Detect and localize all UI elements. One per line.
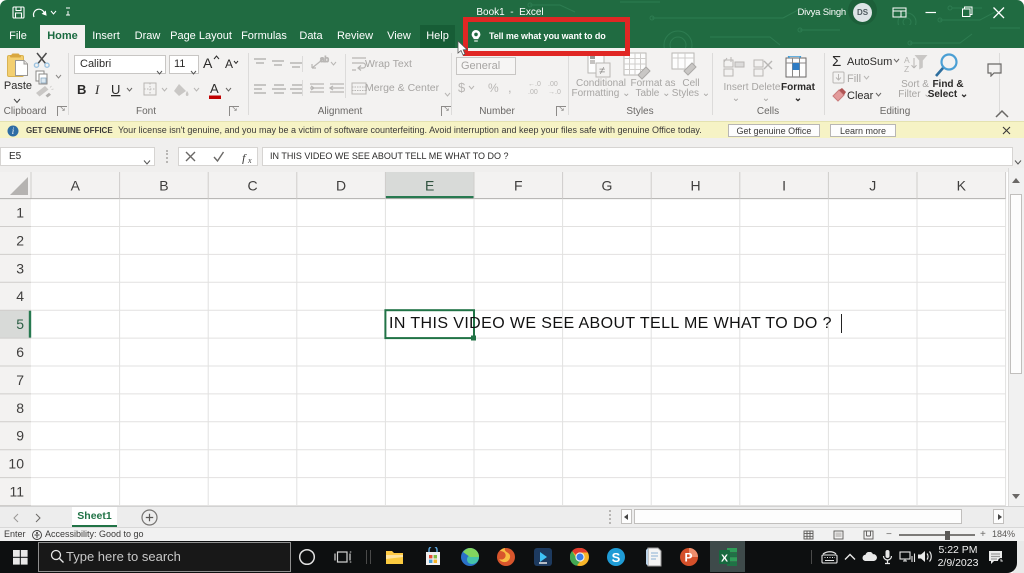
svg-text:G: G [601, 178, 612, 194]
svg-text:8: 8 [16, 400, 24, 416]
svg-text:6: 6 [16, 344, 24, 360]
svg-text:1: 1 [16, 205, 24, 221]
svg-text:→.0: →.0 [548, 89, 561, 96]
svg-text:I: I [782, 178, 786, 194]
svg-text:10: 10 [8, 456, 24, 472]
svg-text:←.0: ←.0 [528, 81, 541, 88]
svg-text:.00: .00 [528, 89, 538, 96]
svg-text:C: C [247, 178, 257, 194]
svg-text:A: A [203, 55, 213, 71]
svg-text:2: 2 [16, 232, 24, 248]
svg-text:J: J [869, 178, 876, 194]
svg-text:3: 3 [16, 260, 24, 276]
svg-text:4: 4 [16, 288, 24, 304]
svg-text:Σ: Σ [832, 53, 841, 70]
svg-text:x: x [247, 156, 252, 164]
svg-text:X: X [721, 553, 728, 565]
svg-text:%: % [488, 81, 499, 95]
svg-text:A: A [71, 178, 81, 194]
svg-text:11: 11 [9, 484, 24, 500]
svg-text:,: , [508, 80, 512, 95]
svg-text:I: I [94, 82, 100, 97]
svg-text:B: B [159, 178, 168, 194]
svg-text:B: B [77, 82, 86, 97]
svg-text:A: A [225, 57, 233, 71]
svg-text:.00: .00 [548, 81, 558, 88]
svg-text:U: U [111, 82, 120, 97]
svg-text:P: P [684, 551, 692, 565]
svg-text:H: H [690, 178, 700, 194]
svg-text:K: K [957, 178, 967, 194]
svg-text:Z: Z [904, 64, 909, 74]
svg-text:7: 7 [16, 372, 24, 388]
svg-text:≠: ≠ [599, 65, 605, 77]
svg-text:D: D [336, 178, 346, 194]
svg-text:E: E [425, 178, 434, 194]
svg-text:Fill: Fill [847, 73, 861, 85]
svg-text:AutoSum: AutoSum [847, 56, 892, 68]
svg-text:f: f [242, 151, 247, 164]
svg-text:A: A [210, 81, 219, 96]
svg-text:9: 9 [16, 428, 24, 444]
svg-text:$: $ [458, 80, 466, 95]
svg-text:Clear: Clear [847, 90, 874, 102]
svg-text:S: S [612, 550, 621, 565]
svg-text:ab: ab [320, 55, 329, 64]
svg-text:F: F [514, 178, 523, 194]
svg-text:5: 5 [16, 316, 24, 332]
